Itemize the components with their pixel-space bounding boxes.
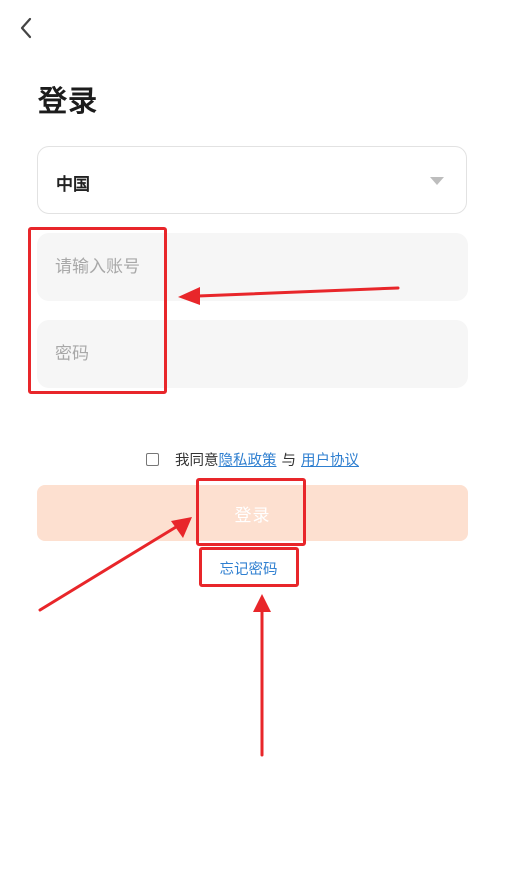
agreement-checkbox[interactable] [146,452,159,466]
privacy-policy-link[interactable]: 隐私政策 [219,449,277,470]
password-input[interactable] [37,320,468,388]
back-button[interactable] [12,14,40,42]
page-title: 登录 [38,84,99,118]
chevron-left-icon [20,17,32,39]
caret-down-icon [430,177,444,185]
arrow-to-forgot-password [253,594,271,757]
region-select[interactable]: 中国 [37,146,467,214]
login-button[interactable]: 登录 [37,485,468,541]
account-input[interactable] [37,233,468,301]
agreement-separator: 与 [281,452,297,469]
forgot-password-link[interactable]: 忘记密码 [200,558,297,579]
region-value: 中国 [56,175,90,195]
agreement-prefix: 我同意 [175,452,219,469]
user-agreement-link[interactable]: 用户协议 [301,449,359,470]
annotation-arrows [38,286,400,757]
agreement-row: 我同意 隐私政策 与 用户协议 [146,448,359,470]
